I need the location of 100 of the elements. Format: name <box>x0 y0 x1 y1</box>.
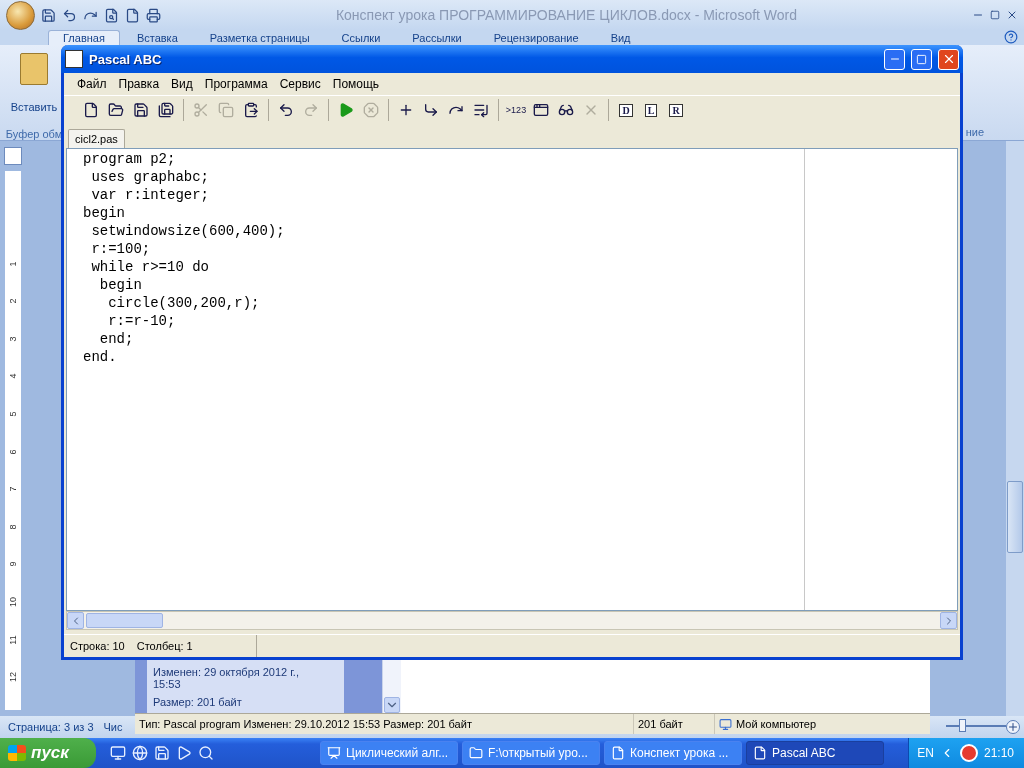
ribbon-tab[interactable]: Разметка страницы <box>194 30 325 45</box>
evaluate-button[interactable]: >123 <box>505 99 527 121</box>
add-watch-icon[interactable] <box>398 102 414 118</box>
window-title: Pascal ABC <box>89 51 163 67</box>
code-line: end; <box>98 330 135 348</box>
horizontal-scrollbar[interactable] <box>66 611 958 630</box>
ribbon-tab[interactable]: Рассылки <box>397 30 477 45</box>
undo-icon[interactable] <box>278 102 294 118</box>
status-text: Тип: Pascal program Изменен: 29.10.2012 15:53 Размер: 201 байт <box>135 714 634 734</box>
menu-item[interactable]: Сервис <box>274 75 326 93</box>
open-folder-icon[interactable] <box>108 102 124 118</box>
status-text: Мой компьютер <box>736 718 817 730</box>
vertical-scrollbar[interactable] <box>382 660 401 713</box>
menu-item[interactable]: Правка <box>113 75 165 93</box>
code-editor[interactable]: program p2; uses graphabc; var r:integer; begin setwindowsize(600,400); r:=100; while r>=10 do begin circle(300,200,r); r:=r-10; end; end. <box>66 148 958 611</box>
ruler-number: 11 <box>8 635 18 645</box>
print-preview-icon[interactable] <box>104 7 119 23</box>
run-icon[interactable] <box>338 102 354 118</box>
ruler-number: 10 <box>8 597 18 608</box>
maximize-icon <box>916 53 927 65</box>
ribbon-tab[interactable]: Ссылки <box>326 30 396 45</box>
search-icon[interactable] <box>198 745 214 761</box>
ruler-number: 3 <box>8 336 18 342</box>
browser-icon[interactable] <box>132 745 148 761</box>
ruler-number: 6 <box>8 449 18 455</box>
code-line: circle(300,200,r); <box>107 294 261 312</box>
save-icon[interactable] <box>133 102 149 118</box>
ruler-button[interactable] <box>4 147 22 165</box>
ruler-number: 8 <box>8 524 18 530</box>
menu-item[interactable]: Программа <box>199 75 273 93</box>
computer-icon <box>719 717 732 731</box>
menu-item[interactable]: Помощь <box>327 75 385 93</box>
scroll-thumb[interactable] <box>1007 481 1023 553</box>
help-icon[interactable] <box>1004 30 1018 44</box>
office-button[interactable] <box>6 0 35 30</box>
document-button[interactable]: D <box>619 103 633 117</box>
document-button[interactable]: L <box>644 103 658 117</box>
status-text: Столбец: 1 <box>136 640 193 652</box>
ribbon-tab[interactable]: Вставка <box>121 30 193 45</box>
code-line: begin <box>98 276 143 294</box>
code-line: while r>=10 do <box>90 258 211 276</box>
code-line: end. <box>83 348 118 366</box>
code-line: r:=r-10; <box>107 312 177 330</box>
paste-button[interactable]: Вставить <box>10 100 58 113</box>
status-text: 201 байт <box>634 714 715 734</box>
vertical-scrollbar[interactable] <box>1006 141 1024 716</box>
clock: 21:10 <box>983 746 1014 760</box>
taskbar-button[interactable]: F:\открытый уро... <box>462 741 600 765</box>
record-icon[interactable] <box>959 744 978 762</box>
ribbon-tab[interactable]: Главная <box>48 30 120 45</box>
clipboard-icon <box>20 53 48 85</box>
code-line: program p2; <box>83 150 177 168</box>
file-tab[interactable]: cicl2.pas <box>68 129 125 148</box>
code-line: var r:integer; <box>90 186 211 204</box>
status-text: Страница: 3 из 3 <box>8 721 94 733</box>
document-button[interactable]: R <box>669 103 683 117</box>
slider-thumb[interactable] <box>959 719 967 732</box>
status-text: Чис <box>103 721 123 733</box>
ribbon-tab[interactable]: Рецензирование <box>478 30 594 45</box>
run-to-cursor-icon[interactable] <box>473 102 489 118</box>
code-line: r:=100; <box>90 240 152 258</box>
restore-icon[interactable] <box>990 10 1000 20</box>
window-title: Конспект урока ПРОГРАММИРОВАНИЕ ЦИКЛОВ.docx - Microsoft Word <box>334 7 799 23</box>
close-button[interactable] <box>938 48 959 70</box>
new-file-icon[interactable] <box>83 102 99 118</box>
ruler-number: 1 <box>8 261 18 267</box>
glasses-icon[interactable] <box>558 102 574 118</box>
detail-text: Изменен: 29 октября 2012 г., 15:53 <box>153 666 300 690</box>
media-player-icon[interactable] <box>176 745 192 761</box>
save-icon[interactable] <box>41 7 56 23</box>
maximize-button[interactable] <box>911 48 932 70</box>
menu-item[interactable]: Вид <box>166 75 198 93</box>
taskbar-button[interactable]: Циклический алг... <box>320 741 458 765</box>
ribbon-tab[interactable]: Вид <box>595 30 646 45</box>
ruler-number: 4 <box>8 373 18 379</box>
taskbar-button[interactable]: Pascal ABC <box>746 741 884 765</box>
undo-icon[interactable] <box>62 7 77 23</box>
scroll-down-icon[interactable] <box>384 697 400 713</box>
ruler-number: 12 <box>8 672 18 683</box>
step-into-icon[interactable] <box>423 102 439 118</box>
save-all-icon[interactable] <box>158 102 174 118</box>
zoom-in-icon[interactable] <box>1006 719 1020 734</box>
minimize-button[interactable] <box>884 48 905 70</box>
taskbar-button[interactable]: Конспект урока ... <box>604 741 742 765</box>
desktop-icon[interactable] <box>110 745 126 761</box>
paste-icon[interactable] <box>243 102 259 118</box>
ruler-number: 7 <box>8 486 18 492</box>
status-text: Строка: 10 <box>70 640 125 652</box>
group-label: ние <box>965 126 984 138</box>
app-logo-icon <box>65 50 83 68</box>
menu-item[interactable]: Файл <box>72 75 112 93</box>
ruler-number: 5 <box>8 411 18 417</box>
code-line: begin <box>83 204 126 222</box>
window-icon[interactable] <box>533 102 549 118</box>
scroll-thumb[interactable] <box>86 613 163 628</box>
close-icon[interactable] <box>1006 9 1018 21</box>
ruler-number: 2 <box>8 298 18 304</box>
code-line: setwindowsize(600,400); <box>90 222 286 240</box>
new-file-icon[interactable] <box>125 7 140 23</box>
printer-icon[interactable] <box>146 7 161 23</box>
